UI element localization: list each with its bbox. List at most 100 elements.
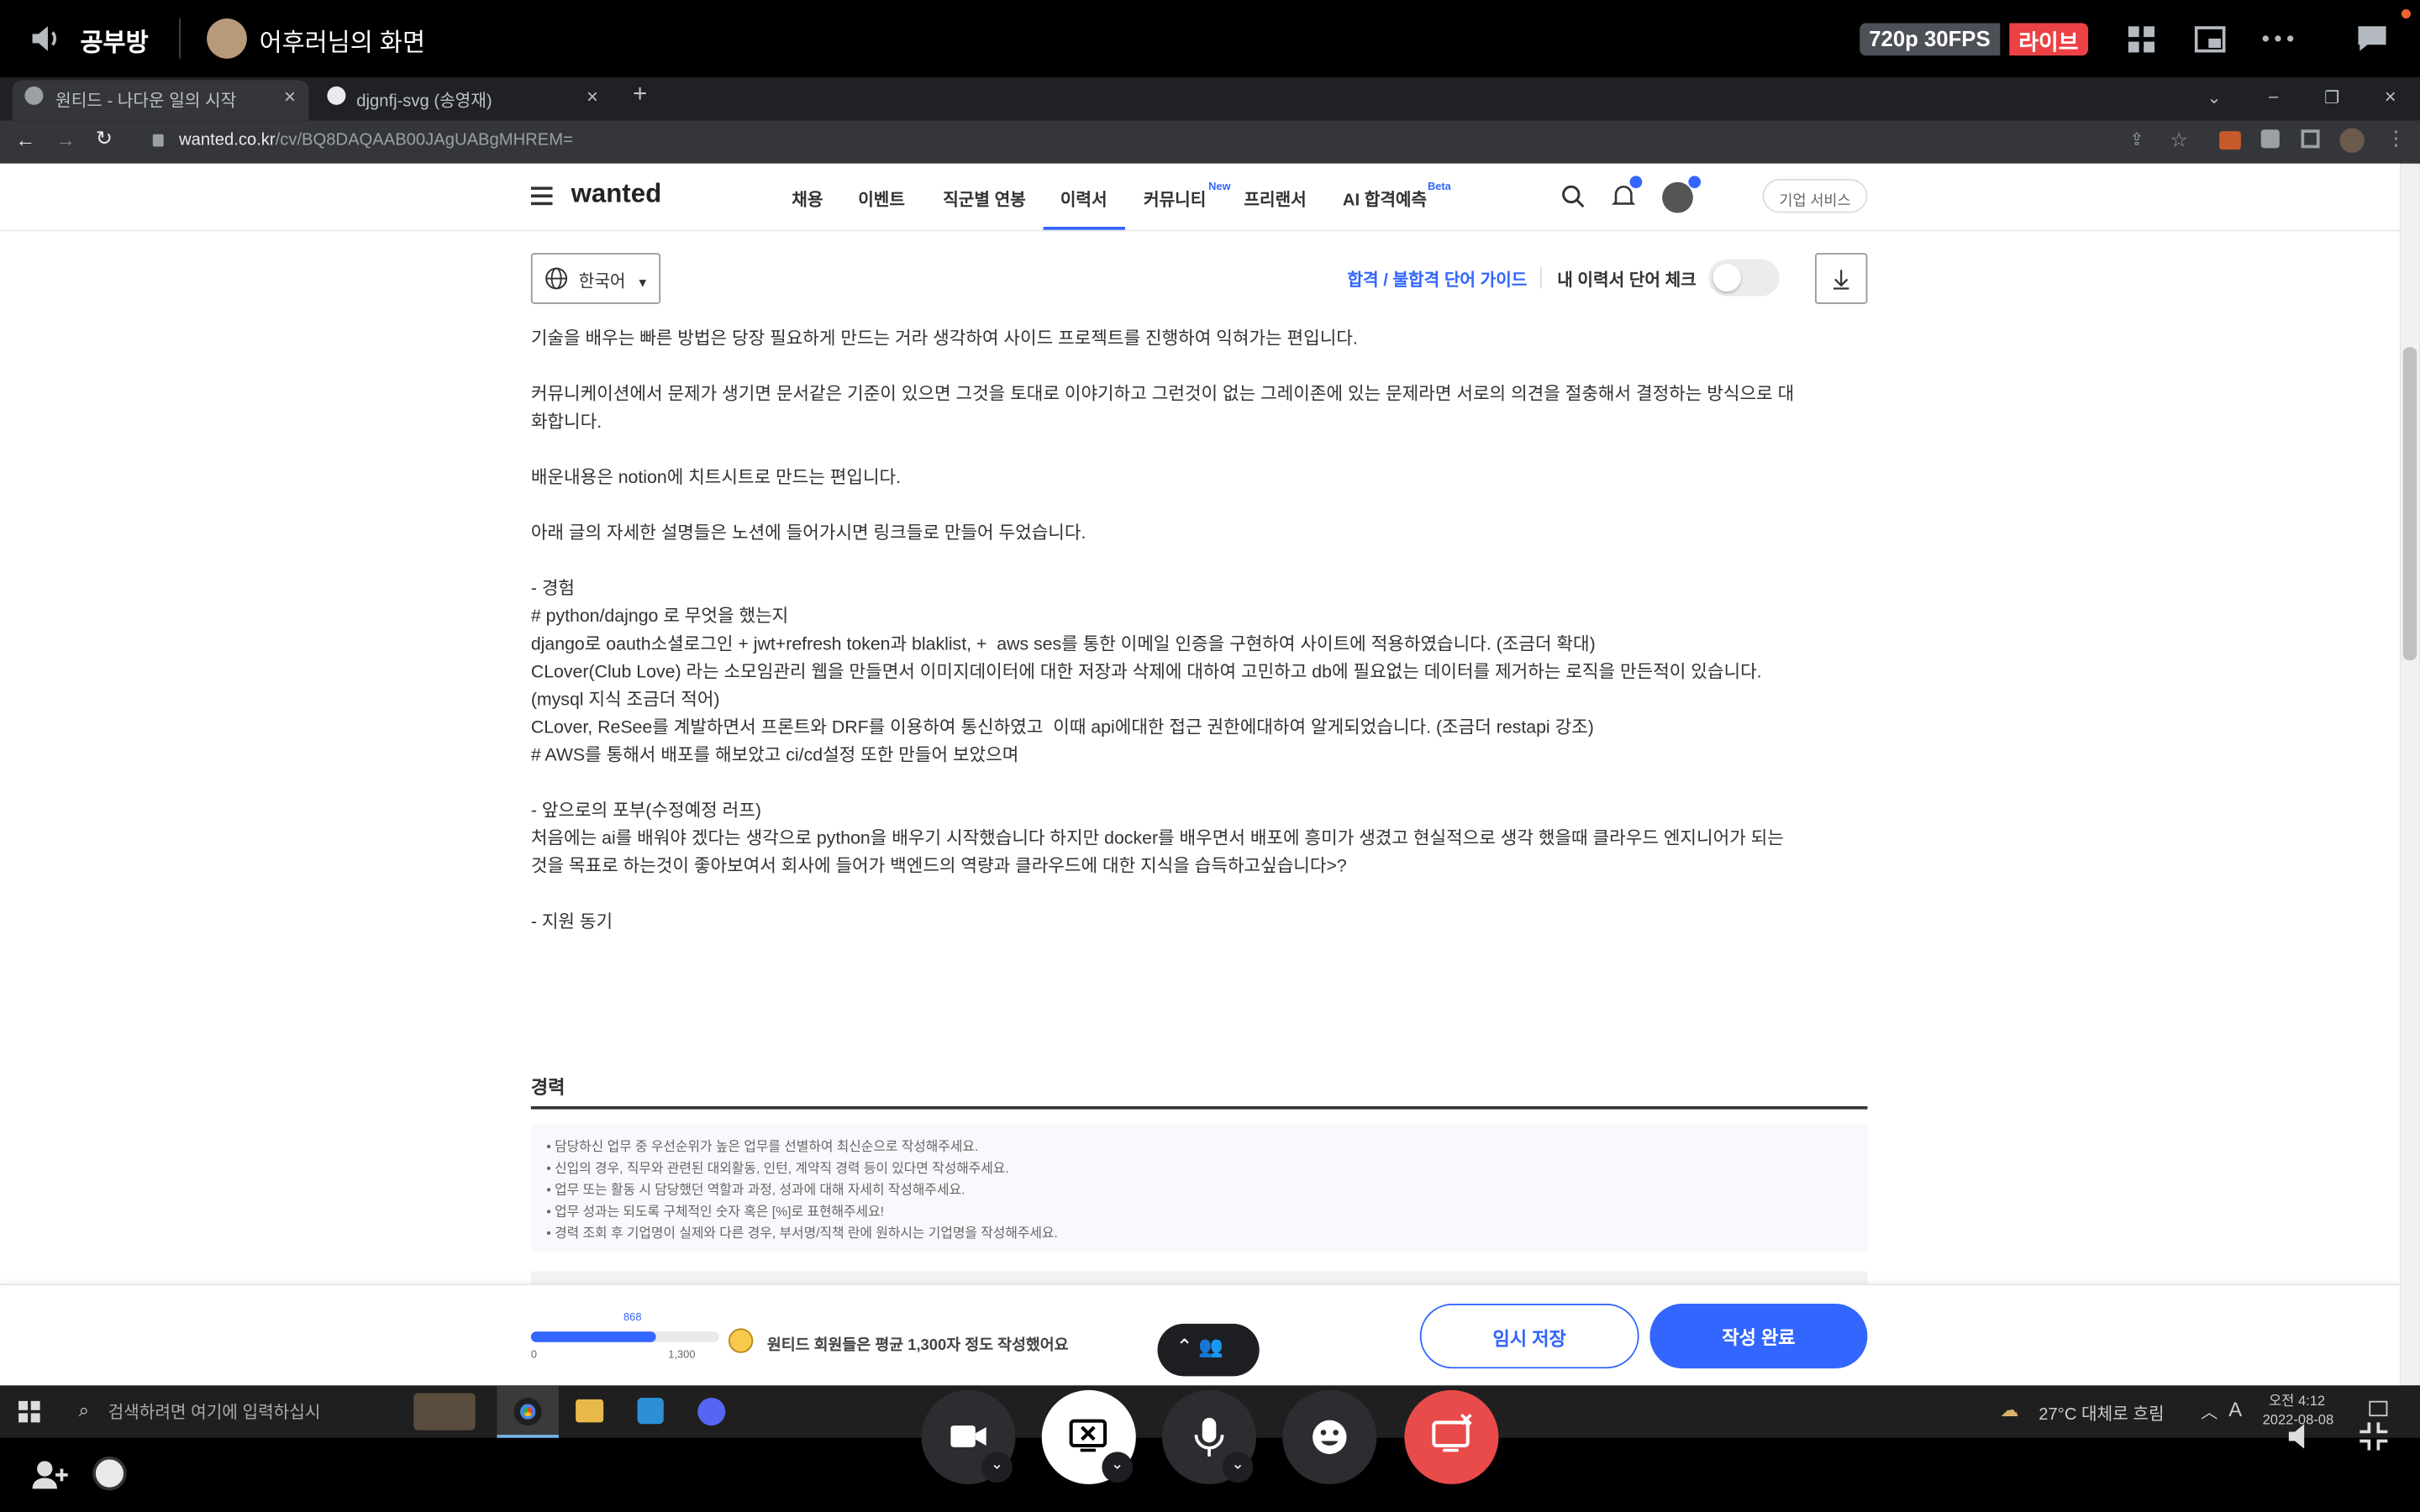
wanted-favicon-icon (24, 86, 44, 105)
resume-line: 커뮤니케이션에서 문제가 생기면 문서같은 기준이 있으면 그것을 토대로 이야… (530, 384, 1795, 405)
clock-time: 오전 4:12 (2268, 1393, 2326, 1409)
nav-ai-prediction[interactable]: AI 합격예측 (1343, 186, 1427, 211)
tab-search-chevron-icon[interactable]: ⌄ (2207, 77, 2221, 120)
resume-line: CLover(Club Love) 라는 소모임관리 웹을 만들면서 이미지데이… (530, 661, 1762, 682)
user-avatar[interactable] (1662, 181, 1693, 213)
profile-avatar[interactable] (2339, 128, 2365, 153)
resume-line: - 지원 동기 (530, 911, 613, 932)
resume-line: # AWS를 통해서 배포를 해보았고 ci/cd설정 또한 만들어 보았으며 (530, 745, 1019, 766)
windows-start-icon[interactable] (18, 1400, 40, 1423)
word-check-toggle[interactable] (1708, 259, 1780, 297)
taskbar-search-input[interactable]: 검색하려면 여기에 입력하십시 (108, 1399, 321, 1424)
notification-badge (1629, 176, 1643, 189)
forward-icon[interactable]: → (55, 128, 76, 151)
new-tab-icon[interactable]: + (633, 77, 647, 120)
nav-salary[interactable]: 직군별 연봉 (943, 186, 1026, 211)
screenshare-options-chevron-icon[interactable]: ⌄ (1102, 1452, 1134, 1483)
download-button[interactable] (1814, 253, 1868, 304)
volume-icon[interactable] (28, 22, 65, 55)
screen-owner-label: 어후러님의 화면 (259, 30, 426, 57)
camera-options-chevron-icon[interactable]: ⌄ (981, 1452, 1013, 1483)
reload-icon[interactable]: ↻ (96, 127, 113, 151)
nav-resume[interactable]: 이력서 (1060, 186, 1107, 211)
more-icon[interactable] (2261, 34, 2295, 43)
bookmark-star-icon[interactable]: ☆ (2170, 128, 2187, 152)
hamburger-menu-icon[interactable] (530, 186, 553, 206)
volume-icon[interactable] (2286, 1421, 2319, 1452)
wanted-logo[interactable]: wanted (571, 179, 662, 210)
extension-icon[interactable] (2219, 131, 2241, 150)
resume-line: - 앞으로의 포부(수정예정 러프) (530, 801, 761, 822)
activity-emoji-button[interactable] (1282, 1389, 1377, 1484)
maximize-icon[interactable]: ❐ (2324, 77, 2339, 120)
career-tip: • 경력 조회 후 기업명이 실제와 다른 경우, 부서명/직책 란에 원하시는… (546, 1225, 1058, 1241)
temp-save-button[interactable]: 임시 저장 (1419, 1304, 1639, 1369)
puzzle-icon[interactable] (2260, 129, 2280, 149)
career-tip: • 담당하신 업무 중 우선순위가 높은 업무를 선별하여 최신순으로 작성해주… (546, 1138, 979, 1154)
user-avatar[interactable] (92, 1456, 127, 1491)
avatar-badge (1688, 176, 1702, 189)
tab-github[interactable]: djgnfj-svg (송영재) (356, 77, 492, 120)
add-friend-icon[interactable] (31, 1460, 68, 1491)
address-bar[interactable]: wanted.co.kr/cv/BQ8DAQAAB00JAgUABgMHREM= (139, 127, 2114, 158)
progress-bar (530, 1331, 719, 1342)
channel-name: 공부방 (80, 30, 149, 57)
tab-close-icon[interactable]: × (587, 77, 598, 120)
avatar (207, 18, 247, 59)
chrome-menu-icon[interactable]: ⋮ (2386, 127, 2407, 151)
nav-freelancer[interactable]: 프리랜서 (1244, 186, 1306, 211)
resume-body[interactable]: 기술을 배우는 빠른 방법은 당장 필요하게 만드는 거라 생각하여 사이드 프… (531, 326, 1868, 937)
stream-toggle-button[interactable]: ⌃ 👥 (1157, 1323, 1260, 1377)
tab-close-icon[interactable]: × (284, 77, 296, 120)
weather-icon: ☁ (2000, 1399, 2019, 1421)
microphone-options-chevron-icon[interactable]: ⌄ (1222, 1452, 1254, 1483)
window-close-icon[interactable]: × (2385, 77, 2396, 120)
discord-icon[interactable] (697, 1398, 726, 1426)
career-heading: 경력 (530, 1077, 566, 1099)
resume-line: django로 oauth소셜로그인 + jwt+refresh token과 … (530, 633, 1596, 654)
sidepanel-icon[interactable] (2301, 129, 2320, 149)
scrollbar-thumb[interactable] (2402, 347, 2417, 661)
tray-chevron-icon[interactable]: ︿ (2201, 1399, 2217, 1424)
back-icon[interactable]: ← (15, 128, 35, 151)
ime-label[interactable]: A (2228, 1398, 2242, 1421)
share-icon[interactable]: ⇪ (2130, 129, 2144, 150)
grid-icon[interactable] (2128, 26, 2156, 54)
disconnect-button[interactable] (1404, 1389, 1499, 1484)
search-icon[interactable] (1562, 185, 1586, 208)
widgets-icon[interactable] (413, 1393, 476, 1431)
nav-jobs[interactable]: 채용 (792, 186, 823, 211)
resume-line (531, 881, 1868, 909)
career-tips: • 담당하신 업무 중 우선순위가 높은 업무를 선별하여 최신순으로 작성해주… (530, 1123, 1868, 1253)
language-select[interactable]: 한국어 ▼ (530, 253, 661, 304)
popout-icon[interactable] (2194, 24, 2226, 55)
resume-line: 기술을 배우는 빠른 방법은 당장 필요하게 만드는 거라 생각하여 사이드 프… (530, 328, 1358, 349)
live-badge: 라이브 (2009, 23, 2088, 56)
new-badge: New (1208, 181, 1231, 193)
chat-icon[interactable] (2355, 24, 2389, 55)
nav-active-underline (1043, 226, 1125, 230)
complete-button[interactable]: 작성 완료 (1649, 1304, 1868, 1369)
vscode-icon[interactable] (637, 1398, 664, 1425)
resume-line (531, 770, 1868, 798)
minimize-icon[interactable]: – (2269, 77, 2278, 120)
url-host: wanted.co.kr (179, 131, 276, 150)
resume-line (531, 492, 1868, 520)
tab-wanted[interactable]: 원티드 - 나다운 일의 시작 (55, 77, 236, 120)
fullscreen-exit-icon[interactable] (2357, 1420, 2391, 1453)
nav-events[interactable]: 이벤트 (858, 186, 905, 211)
chevron-down-icon: ▼ (636, 276, 650, 291)
progress-min-label: 0 (530, 1350, 537, 1361)
file-explorer-icon[interactable] (576, 1399, 604, 1423)
chrome-taskbar-icon[interactable] (497, 1385, 559, 1438)
notification-center-icon[interactable] (2369, 1400, 2388, 1417)
enterprise-button[interactable]: 기업 서비스 (1762, 179, 1868, 213)
divider (179, 18, 181, 59)
word-guide-link[interactable]: 합격 / 불합격 단어 가이드 (1347, 267, 1527, 291)
resume-line: # python/dajngo 로 무엇을 했는지 (530, 606, 789, 627)
nav-community[interactable]: 커뮤니티 (1144, 186, 1206, 211)
chrome-logo-icon (513, 1398, 542, 1426)
resume-line (531, 548, 1868, 575)
wanted-navbar: wanted 채용 이벤트 직군별 연봉 이력서 커뮤니티 New 프리랜서 A… (0, 163, 2401, 232)
globe-icon (544, 267, 568, 291)
